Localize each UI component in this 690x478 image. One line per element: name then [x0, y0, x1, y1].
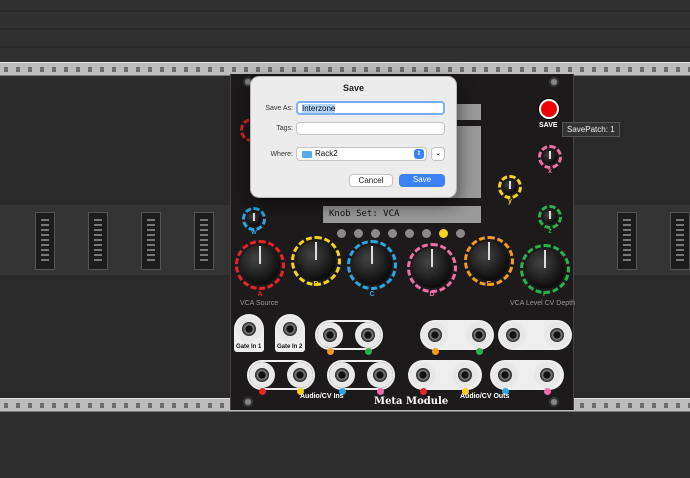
- tags-field[interactable]: [296, 122, 445, 135]
- audio-cv-out-jack[interactable]: [544, 322, 570, 348]
- audio-cv-out-jack[interactable]: [410, 362, 436, 388]
- out-marker: [432, 348, 439, 355]
- connector-icon: [617, 212, 637, 270]
- connector-icon: [35, 212, 55, 270]
- in-marker: [259, 388, 266, 395]
- small-knob-w[interactable]: [242, 207, 266, 231]
- rack-background-top: [0, 0, 690, 62]
- vca-source-caption: VCA Source: [240, 300, 279, 307]
- gate-in-1-jack[interactable]: [236, 316, 262, 342]
- audio-cv-in-jack[interactable]: [287, 362, 313, 388]
- knob-e[interactable]: [464, 236, 514, 286]
- chevron-down-icon: ⌄: [435, 150, 441, 157]
- audio-cv-out-jack[interactable]: [500, 322, 526, 348]
- knob-d-label: D: [429, 291, 435, 298]
- small-knob-y[interactable]: [498, 175, 522, 199]
- knob-b-label: B: [313, 281, 319, 288]
- knob-a[interactable]: [235, 240, 285, 290]
- screw-icon: [549, 397, 559, 407]
- brand-logo-text: Meta Module: [374, 396, 449, 407]
- knob-f[interactable]: [520, 244, 570, 294]
- save-patch-button[interactable]: [539, 99, 559, 119]
- dialog-title: Save: [342, 83, 365, 93]
- page-led: [388, 229, 397, 238]
- save-button-label: SAVE: [539, 122, 558, 129]
- audio-cv-out-jack[interactable]: [422, 322, 448, 348]
- where-value: Rack2: [315, 149, 338, 158]
- audio-cv-out-jack[interactable]: [466, 322, 492, 348]
- knob-e-label: E: [486, 281, 492, 288]
- audio-cv-out-jack[interactable]: [452, 362, 478, 388]
- connector-icon: [88, 212, 108, 270]
- out-marker: [544, 388, 551, 395]
- save-dialog[interactable]: Save Save As: Interzone Tags: Where: Rac…: [250, 76, 457, 198]
- screw-icon: [549, 77, 559, 87]
- screw-icon: [243, 397, 253, 407]
- small-knob-label: x: [548, 168, 552, 175]
- small-knob-x[interactable]: [538, 145, 562, 169]
- audio-cv-out-jack[interactable]: [492, 362, 518, 388]
- tags-label: Tags:: [276, 125, 293, 132]
- knob-a-label: A: [257, 291, 263, 298]
- connector-icon: [194, 212, 214, 270]
- page-led-active: [439, 229, 448, 238]
- audio-cv-ins-label: Audio/CV Ins: [300, 393, 344, 400]
- save-button[interactable]: Save: [399, 174, 445, 187]
- rack-background-bottom: [0, 412, 690, 478]
- page-led: [456, 229, 465, 238]
- gate-in-2-jack[interactable]: [277, 316, 303, 342]
- save-as-label: Save As:: [265, 105, 293, 112]
- knob-f-label: F: [542, 291, 548, 298]
- save-as-value: Interzone: [302, 104, 336, 113]
- gate-in-2-label: Gate In 2: [277, 344, 303, 350]
- out-marker: [476, 348, 483, 355]
- connector-icon: [141, 212, 161, 270]
- expand-chevron-button[interactable]: ⌄: [431, 147, 445, 161]
- small-knob-label: y: [508, 198, 512, 205]
- page-led: [371, 229, 380, 238]
- knob-c-label: C: [369, 291, 375, 298]
- tooltip: SavePatch: 1: [562, 122, 620, 137]
- knob-set-display: Knob Set: VCA: [323, 206, 481, 223]
- audio-cv-in-jack[interactable]: [367, 362, 393, 388]
- audio-cv-in-jack[interactable]: [329, 362, 355, 388]
- page-led: [422, 229, 431, 238]
- where-label: Where:: [270, 151, 293, 158]
- in-marker: [377, 388, 384, 395]
- folder-icon: [302, 151, 312, 158]
- audio-cv-out-jack[interactable]: [534, 362, 560, 388]
- small-knob-z[interactable]: [538, 205, 562, 229]
- knob-c[interactable]: [347, 240, 397, 290]
- page-led: [405, 229, 414, 238]
- audio-cv-in-jack[interactable]: [355, 322, 381, 348]
- stepper-icon: ⇕: [414, 149, 424, 159]
- vca-level-caption: VCA Level CV Depth: [510, 300, 575, 307]
- out-marker: [420, 388, 427, 395]
- small-knob-label: w: [251, 229, 257, 236]
- audio-cv-in-jack[interactable]: [249, 362, 275, 388]
- cancel-button[interactable]: Cancel: [349, 174, 393, 187]
- in-marker: [365, 348, 372, 355]
- where-select[interactable]: Rack2 ⇕: [296, 147, 427, 161]
- gate-in-1-label: Gate In 1: [236, 344, 262, 350]
- in-marker: [327, 348, 334, 355]
- small-knob-label: z: [548, 228, 552, 235]
- page-led: [354, 229, 363, 238]
- knob-d[interactable]: [407, 243, 457, 293]
- audio-cv-outs-label: Audio/CV Outs: [460, 393, 510, 400]
- knob-b[interactable]: [291, 236, 341, 286]
- page-led: [337, 229, 346, 238]
- save-as-field[interactable]: Interzone: [296, 101, 445, 115]
- audio-cv-in-jack[interactable]: [317, 322, 343, 348]
- connector-icon: [670, 212, 690, 270]
